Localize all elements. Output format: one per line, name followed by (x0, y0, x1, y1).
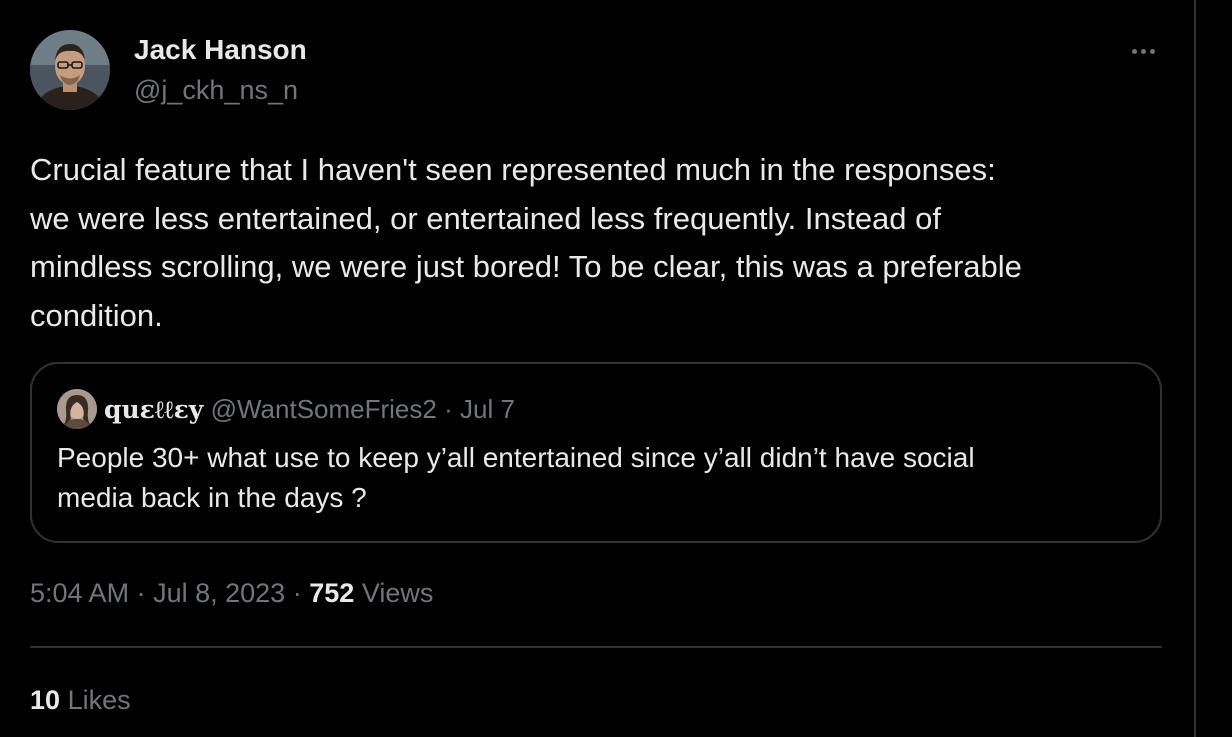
likes-stat[interactable]: 10 Likes (30, 683, 131, 717)
quoted-tweet-date[interactable]: Jul 7 (460, 394, 515, 424)
quoted-author-avatar[interactable] (57, 389, 97, 429)
quoted-tweet-text: People 30+ what use to keep y’all entert… (57, 442, 975, 513)
column-divider (1194, 0, 1196, 737)
author-handle[interactable]: @j_ckh_ns_n (134, 73, 298, 107)
tweet-text: Crucial feature that I haven't seen repr… (30, 152, 1022, 333)
more-horizontal-icon-dot (1140, 48, 1146, 54)
tweet-time[interactable]: 5:04 AM (30, 578, 129, 608)
quoted-tweet-card[interactable]: quεℓℓεy @WantSomeFries2 · Jul 7 People 3… (30, 362, 1162, 543)
tweet-date[interactable]: Jul 8, 2023 (153, 578, 285, 608)
quoted-author-name[interactable]: quεℓℓεy (104, 395, 203, 424)
more-horizontal-icon (1131, 48, 1137, 54)
meta-separator: · (136, 578, 146, 608)
tweet: Jack Hanson @j_ckh_ns_n Crucial feature … (0, 0, 1194, 737)
quoted-author-avatar-image (57, 389, 97, 429)
meta-separator-2: · (292, 578, 302, 608)
views-label: Views (361, 578, 434, 608)
author-name[interactable]: Jack Hanson (134, 33, 307, 67)
stats-divider (30, 646, 1162, 648)
quoted-author-handle[interactable]: @WantSomeFries2 (211, 394, 437, 424)
author-avatar-image (30, 30, 110, 110)
quoted-header-separator: · (444, 394, 453, 424)
likes-label: Likes (67, 685, 131, 715)
more-options-button[interactable] (1120, 34, 1166, 68)
tweet-meta: 5:04 AM · Jul 8, 2023 · 752 Views (30, 576, 433, 610)
quoted-tweet-header: quεℓℓεy @WantSomeFries2 · Jul 7 (104, 392, 515, 427)
likes-count: 10 (30, 685, 61, 715)
views-count: 752 (309, 578, 355, 608)
author-avatar[interactable] (30, 30, 110, 110)
more-horizontal-icon-dot (1149, 48, 1155, 54)
